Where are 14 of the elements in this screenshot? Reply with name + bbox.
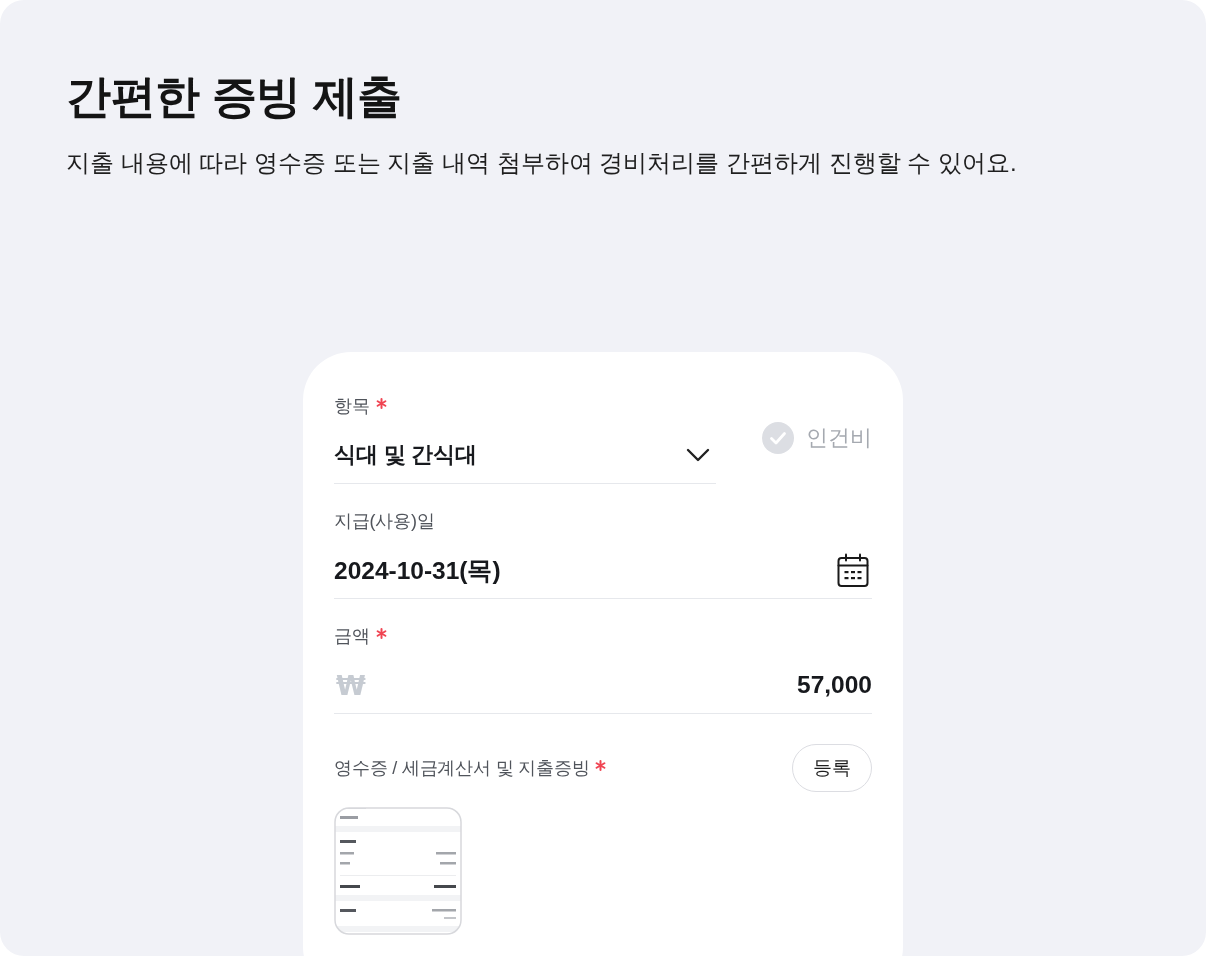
category-dropdown[interactable]: 식대 및 간식대: [334, 431, 716, 479]
calendar-icon: [837, 552, 869, 588]
field-label: 항목: [334, 395, 370, 418]
field-label: 영수증 / 세금계산서 및 지출증빙: [334, 757, 590, 780]
receipt-thumbnail-drawing[interactable]: [334, 807, 462, 935]
amount-field[interactable]: ₩ 57,000: [334, 661, 872, 709]
chevron-down-icon: [686, 448, 710, 462]
register-button[interactable]: 등록: [792, 744, 872, 792]
page-title: 간편한 증빙 제출: [66, 70, 402, 124]
date-field[interactable]: 2024-10-31(목): [334, 546, 872, 594]
page-description: 지출 내용에 따라 영수증 또는 지출 내역 첨부하여 경비처리를 간편하게 진행할 수 있어요.: [66, 148, 1017, 178]
field-label: 지급(사용)일: [334, 510, 435, 533]
field-label: 금액: [334, 625, 370, 648]
check-circle-icon: [762, 422, 794, 454]
